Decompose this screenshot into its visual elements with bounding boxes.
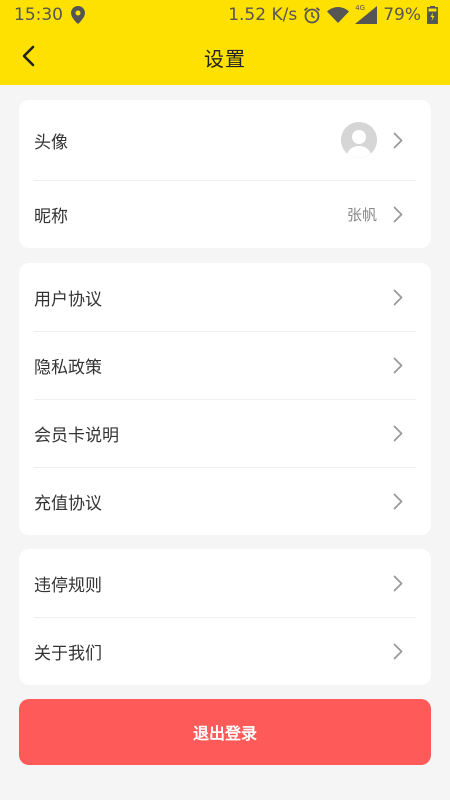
location-icon: [71, 6, 85, 24]
network-speed: 1.52 K/s: [228, 5, 298, 25]
logout-button[interactable]: 退出登录: [19, 699, 431, 765]
chevron-right-icon: [393, 132, 403, 148]
battery-charging-icon: [427, 6, 438, 24]
signal-icon: 4G: [355, 4, 378, 24]
list-item-recharge-agreement[interactable]: 充值协议: [19, 467, 431, 535]
page-title: 设置: [204, 47, 246, 71]
chevron-right-icon: [393, 493, 403, 509]
chevron-right-icon: [393, 643, 403, 659]
header: 15:30 1.52 K/s 4G 79% 设置: [0, 0, 450, 85]
chevron-right-icon: [393, 357, 403, 373]
nav-bar: 设置: [0, 30, 450, 85]
wifi-icon: [327, 7, 350, 23]
row-label: 会员卡说明: [34, 425, 119, 446]
nickname-value: 张帆: [346, 205, 377, 224]
network-type: 4G: [355, 4, 366, 12]
row-label: 违停规则: [34, 575, 102, 596]
list-item-privacy-policy[interactable]: 隐私政策: [19, 331, 431, 399]
back-button[interactable]: [10, 38, 46, 78]
list-item-parking-rules[interactable]: 违停规则: [19, 549, 431, 617]
status-bar: 15:30 1.52 K/s 4G 79%: [0, 0, 450, 30]
row-label: 关于我们: [34, 643, 102, 664]
row-label: 隐私政策: [34, 357, 102, 378]
list-item-about-us[interactable]: 关于我们: [19, 617, 431, 685]
avatar-label: 头像: [34, 132, 68, 153]
avatar: [341, 122, 377, 158]
about-card: 违停规则 关于我们: [19, 549, 431, 685]
chevron-right-icon: [393, 425, 403, 441]
battery-percent: 79%: [383, 5, 421, 25]
chevron-left-icon: [21, 45, 35, 71]
list-item-user-agreement[interactable]: 用户协议: [19, 263, 431, 331]
alarm-icon: [303, 6, 321, 24]
list-item-membership-card[interactable]: 会员卡说明: [19, 399, 431, 467]
nickname-label: 昵称: [34, 206, 68, 227]
nickname-row[interactable]: 昵称 张帆: [19, 180, 431, 248]
avatar-row[interactable]: 头像: [19, 100, 431, 180]
chevron-right-icon: [393, 575, 403, 591]
chevron-right-icon: [393, 289, 403, 305]
row-label: 充值协议: [34, 493, 102, 514]
row-label: 用户协议: [34, 289, 102, 310]
profile-card: 头像 昵称 张帆: [19, 100, 431, 248]
agreements-card: 用户协议 隐私政策 会员卡说明 充值协议: [19, 263, 431, 535]
chevron-right-icon: [393, 206, 403, 222]
status-time: 15:30: [14, 5, 63, 25]
